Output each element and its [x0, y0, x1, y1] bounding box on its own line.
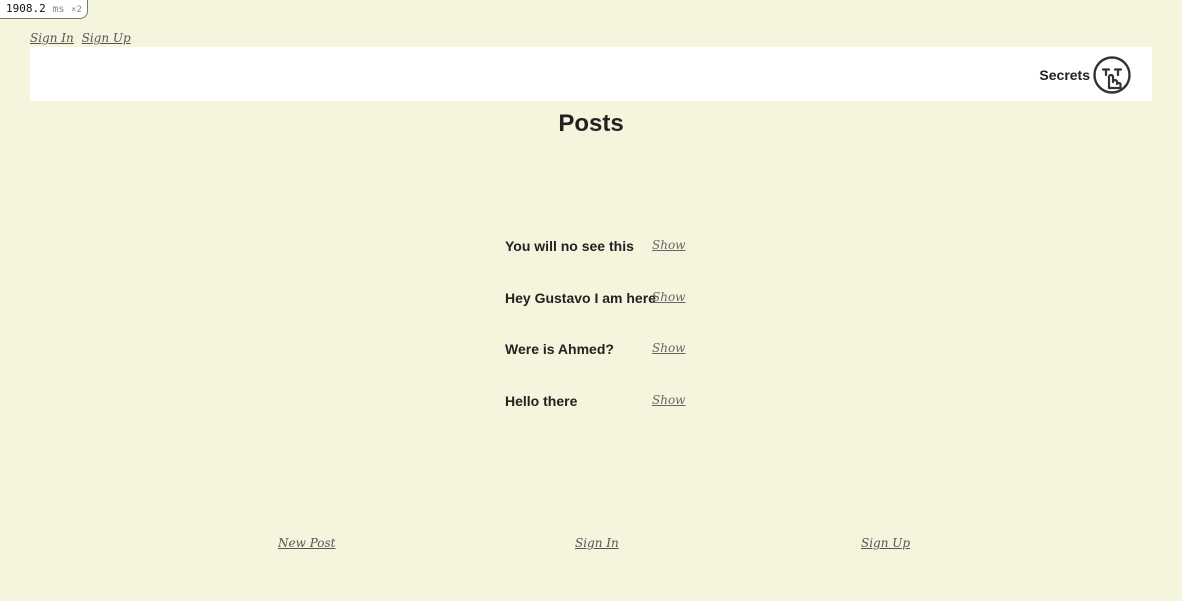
- site-header: Secrets: [30, 47, 1152, 101]
- post-title: Hello there: [505, 392, 578, 409]
- brand-logo-link[interactable]: Secrets: [1039, 55, 1132, 95]
- page-title: Posts: [558, 110, 624, 137]
- post-show-link[interactable]: Show: [652, 236, 685, 254]
- top-sign-up-link[interactable]: Sign Up: [82, 31, 131, 45]
- post-title: Were is Ahmed?: [505, 341, 614, 357]
- top-auth-nav: Sign In Sign Up: [30, 31, 135, 45]
- render-time-value: 1908.2: [6, 2, 46, 15]
- post-item: Hello there Show: [505, 391, 685, 443]
- post-show-link[interactable]: Show: [652, 339, 685, 357]
- brand-name: Secrets: [1039, 67, 1090, 83]
- post-show-link[interactable]: Show: [652, 288, 685, 306]
- render-time-multiplier: ×2: [71, 5, 82, 15]
- post-list: You will no see this Show Hey Gustavo I …: [505, 236, 685, 442]
- footer-sign-up-link[interactable]: Sign Up: [861, 536, 910, 550]
- footer-sign-in-link[interactable]: Sign In: [575, 536, 619, 550]
- render-time-badge: 1908.2 ms ×2: [0, 0, 88, 19]
- post-item: You will no see this Show: [505, 236, 685, 288]
- post-item: Were is Ahmed? Show: [505, 339, 685, 391]
- post-show-link[interactable]: Show: [652, 391, 685, 409]
- shushing-face-icon: [1093, 56, 1131, 94]
- post-title: Hey Gustavo I am here: [505, 289, 656, 306]
- top-sign-in-link[interactable]: Sign In: [30, 31, 74, 45]
- post-title: You will no see this: [505, 238, 634, 254]
- render-time-unit: ms: [52, 4, 65, 15]
- post-item: Hey Gustavo I am here Show: [505, 288, 685, 340]
- footer-new-post-link[interactable]: New Post: [278, 536, 335, 550]
